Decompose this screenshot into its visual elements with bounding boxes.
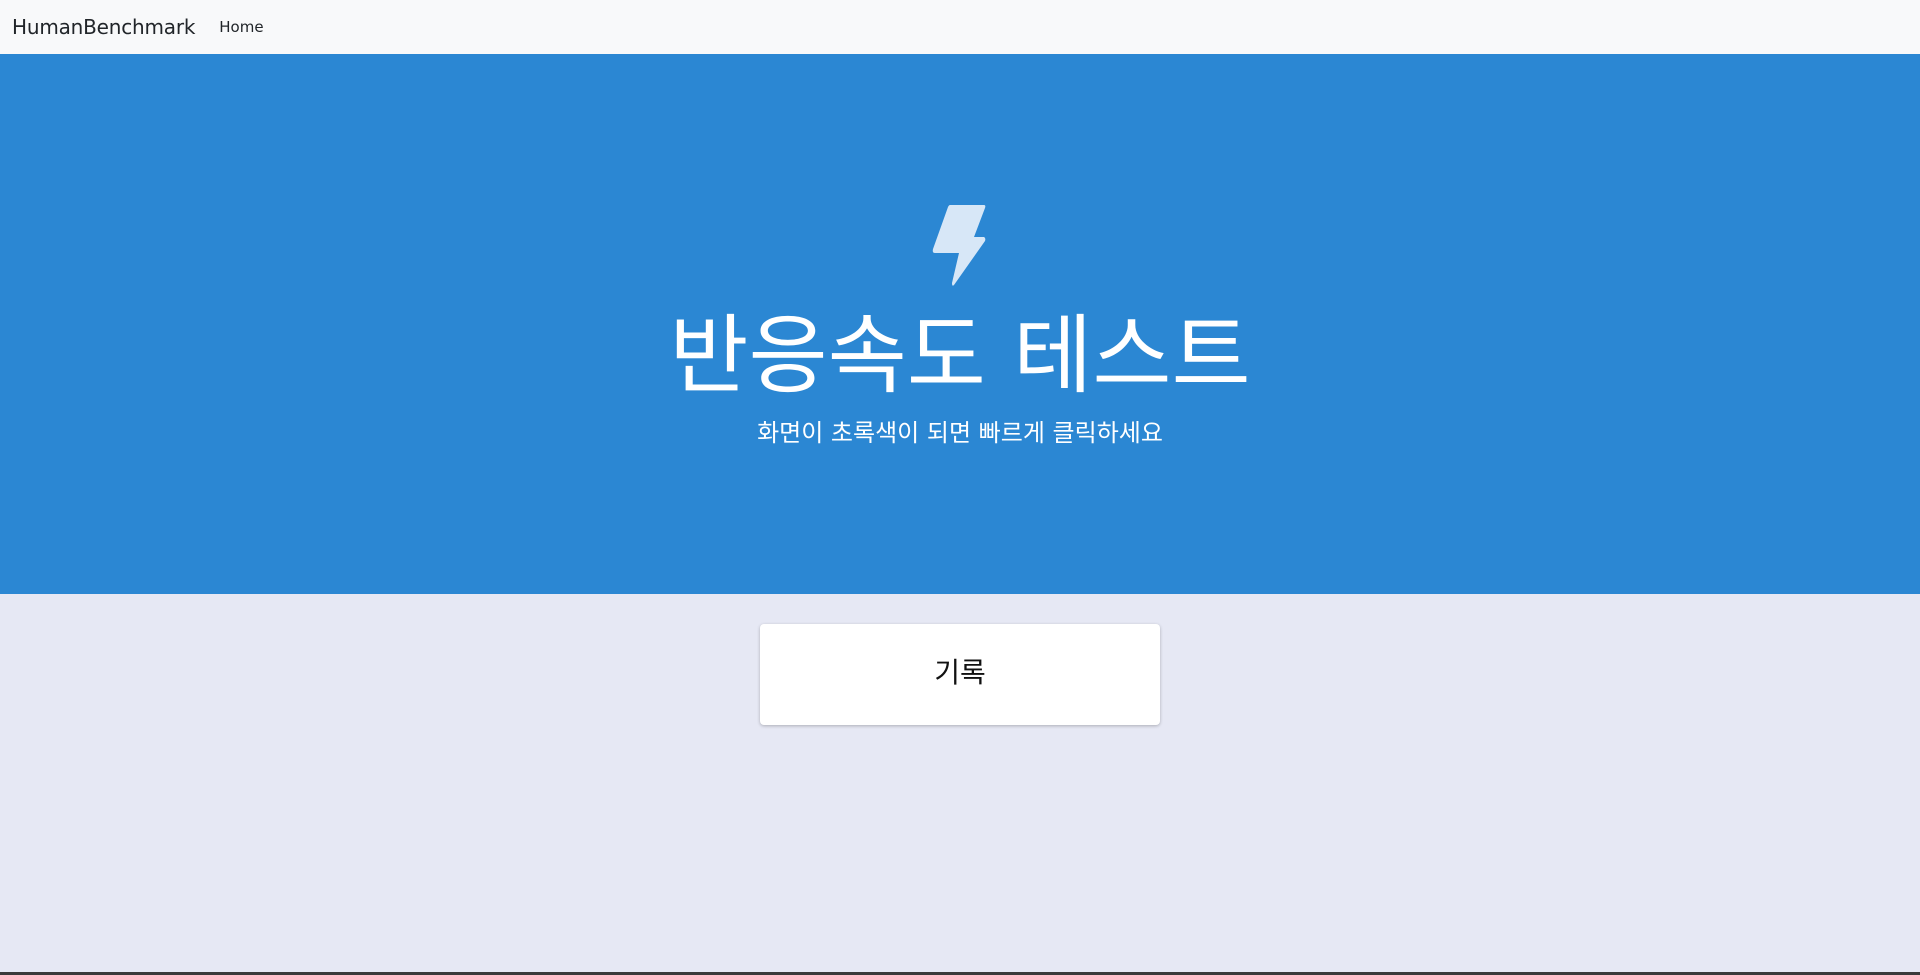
record-button[interactable]: 기록 xyxy=(760,624,1160,725)
top-navbar: HumanBenchmark Home xyxy=(0,0,1920,54)
record-label: 기록 xyxy=(934,655,986,689)
page-title: 반응속도 테스트 xyxy=(669,306,1251,406)
nav-link-home[interactable]: Home xyxy=(219,18,263,36)
brand-link[interactable]: HumanBenchmark xyxy=(12,15,195,39)
reaction-test-area[interactable]: 반응속도 테스트 화면이 초록색이 되면 빠르게 클릭하세요 xyxy=(0,54,1920,594)
lightning-bolt-icon xyxy=(932,205,986,286)
instruction-text: 화면이 초록색이 되면 빠르게 클릭하세요 xyxy=(757,419,1163,447)
